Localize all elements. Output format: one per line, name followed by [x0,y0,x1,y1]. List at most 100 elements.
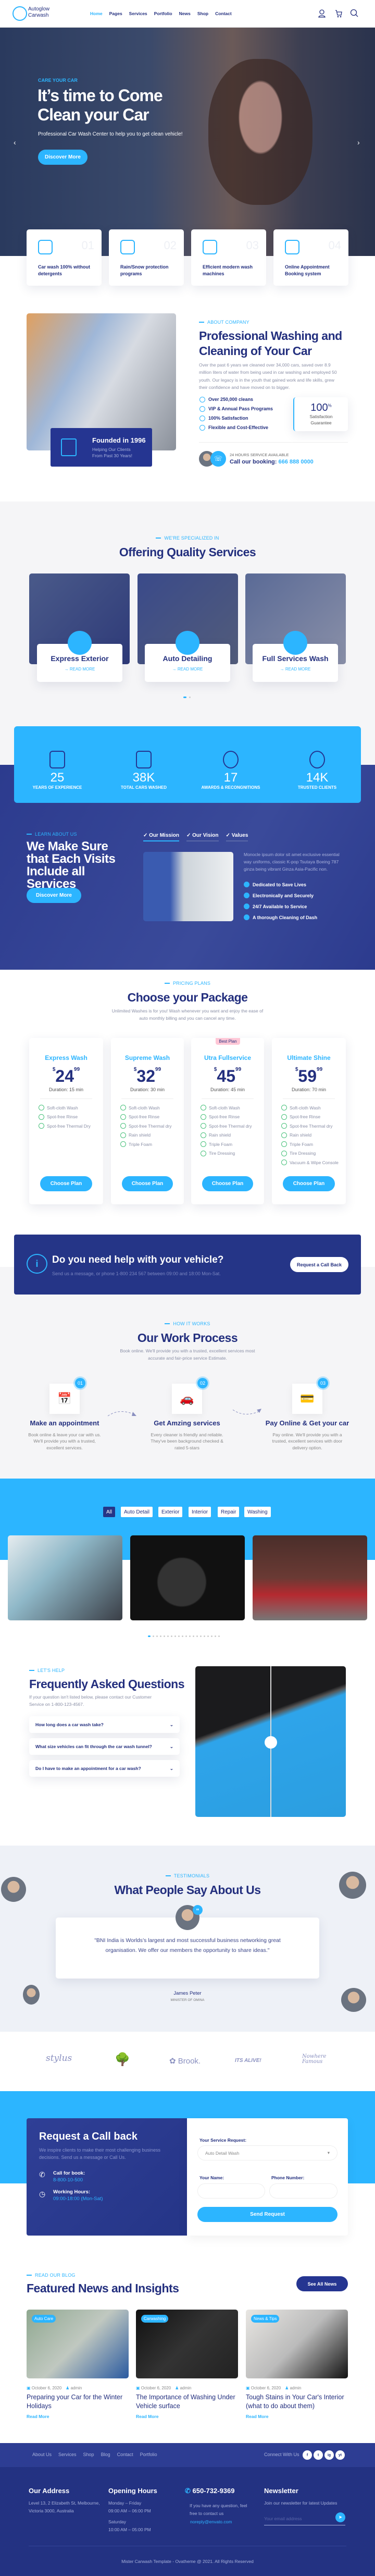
carousel-dot[interactable] [218,1635,220,1637]
choose-plan-button[interactable]: Choose Plan [283,1176,335,1191]
nav-services[interactable]: Services [129,11,147,16]
carousel-dot[interactable] [211,1635,213,1637]
carousel-dot[interactable] [167,1635,169,1637]
send-request-button[interactable]: Send Request [197,2207,338,2222]
carousel-dot[interactable] [204,1635,205,1637]
call-number[interactable]: 666 888 0000 [279,459,314,465]
read-more-link[interactable]: → READ MORE [37,667,122,672]
partner-logo-brook[interactable]: ✿ Brook. [169,2056,201,2066]
carousel-dot[interactable] [193,1635,194,1637]
carousel-dot[interactable] [160,1635,161,1637]
carousel-dot[interactable] [164,1635,165,1637]
carousel-dot-active[interactable] [148,1635,151,1637]
gallery-image[interactable] [8,1535,122,1620]
read-more-link[interactable]: Read More [246,2414,268,2419]
post-category[interactable]: Carwashing [141,2315,169,2323]
tab-our-mission[interactable]: ✓ Our Mission [143,833,179,841]
nav-portfolio[interactable]: Portfolio [154,11,172,16]
footer-link[interactable]: Contact [117,2452,133,2457]
gallery-image[interactable] [130,1535,245,1620]
prev-slide-arrow-icon[interactable]: ‹ [14,138,16,146]
post-image[interactable]: Carwashing [136,2310,238,2378]
tab-values[interactable]: ✓ Values [226,833,248,841]
user-icon[interactable] [318,9,326,18]
faq-item[interactable]: What size vehicles can fit through the c… [29,1738,180,1755]
read-more-link[interactable]: Read More [136,2414,158,2419]
nav-contact[interactable]: Contact [215,11,232,16]
newsletter-email-input[interactable]: Your email address [264,2513,345,2525]
footer-link[interactable]: Portfolio [140,2452,157,2457]
choose-plan-button[interactable]: Choose Plan [202,1176,253,1191]
nav-shop[interactable]: Shop [197,11,208,16]
partner-logo-nowhere-famous[interactable]: Nowhere Famous [302,2054,331,2065]
nav-pages[interactable]: Pages [109,11,122,16]
partner-logo-tree[interactable]: 🌳 [115,2052,130,2067]
footer-link[interactable]: Services [58,2452,77,2457]
read-more-link[interactable]: → READ MORE [253,667,338,672]
footer-link[interactable]: About Us [32,2452,52,2457]
tab-our-vision[interactable]: ✓ Our Vision [186,833,219,841]
nav-home[interactable]: Home [90,11,103,16]
read-more-link[interactable]: → READ MORE [145,667,230,672]
filter-repair[interactable]: Repair [218,1507,240,1517]
carousel-dot[interactable] [174,1635,176,1637]
carousel-dot[interactable] [207,1635,209,1637]
faq-item[interactable]: Do I have to make an appointment for a c… [29,1760,180,1777]
service-select[interactable]: Auto Detail Wash ▾ [197,2145,338,2160]
discover-more-button[interactable]: Discover More [38,150,88,165]
filter-all[interactable]: All [103,1507,116,1517]
carousel-dot[interactable] [196,1635,198,1637]
read-more-link[interactable]: Read More [27,2414,49,2419]
carousel-dot[interactable] [189,697,191,698]
carousel-dot[interactable] [182,1635,183,1637]
filter-auto-detail[interactable]: Auto Detail [121,1507,153,1517]
filter-washing[interactable]: Washing [244,1507,271,1517]
carousel-dot[interactable] [185,1635,187,1637]
post-title[interactable]: Tough Stains in Your Car's Interior (wha… [246,2393,347,2411]
post-image[interactable]: News & Tips [246,2310,348,2378]
nav-news[interactable]: News [179,11,191,16]
carousel-dot[interactable] [156,1635,158,1637]
post-author[interactable]: admin [71,2386,82,2390]
footer-phone[interactable]: ✆ 650-732-9369 [185,2487,235,2495]
logo-icon[interactable] [12,6,27,21]
carousel-dot[interactable] [189,1635,191,1637]
filter-exterior[interactable]: Exterior [158,1507,183,1517]
carousel-dot[interactable] [178,1635,180,1637]
youtube-icon[interactable]: yt [335,2450,345,2460]
see-all-news-button[interactable]: See All News [296,2276,348,2291]
choose-plan-button[interactable]: Choose Plan [122,1176,173,1191]
carousel-dot[interactable] [153,1635,154,1637]
carousel-dot[interactable] [171,1635,172,1637]
phone-input[interactable] [269,2183,338,2199]
post-category[interactable]: News & Tips [251,2315,280,2323]
post-title[interactable]: The Importance of Washing Under Vehicle … [136,2393,238,2411]
carousel-dot[interactable] [200,1635,202,1637]
contact-email[interactable]: noreply@envato.com [190,2518,232,2526]
carousel-dot-active[interactable] [183,697,186,698]
facebook-icon[interactable]: f [303,2450,312,2460]
filter-interior[interactable]: Interior [189,1507,211,1517]
call-value[interactable]: 8-800-10-500 [53,2177,83,2183]
footer-link[interactable]: Shop [83,2452,94,2457]
send-icon[interactable]: ➤ [335,2512,345,2522]
post-author[interactable]: admin [290,2386,302,2390]
partner-logo-its-alive[interactable]: ITS ALIVE! [235,2058,261,2064]
name-input[interactable] [197,2183,265,2199]
cart-icon[interactable] [335,9,342,18]
logo[interactable]: Autoglow Carwash [28,6,49,19]
choose-plan-button[interactable]: Choose Plan [40,1176,92,1191]
search-icon[interactable] [350,9,358,17]
post-image[interactable]: Auto Care [27,2310,129,2378]
comparison-handle-icon[interactable] [265,1736,277,1749]
twitter-icon[interactable]: t [314,2450,323,2460]
post-author[interactable]: admin [180,2386,192,2390]
request-call-back-button[interactable]: Request a Call Back [290,1257,348,1272]
post-category[interactable]: Auto Care [32,2315,56,2323]
gallery-image[interactable] [253,1535,367,1620]
instagram-icon[interactable]: ig [324,2450,334,2460]
discover-more-button[interactable]: Discover More [27,888,81,903]
footer-link[interactable]: Blog [101,2452,110,2457]
next-slide-arrow-icon[interactable]: › [357,138,360,146]
carousel-dot[interactable] [215,1635,216,1637]
